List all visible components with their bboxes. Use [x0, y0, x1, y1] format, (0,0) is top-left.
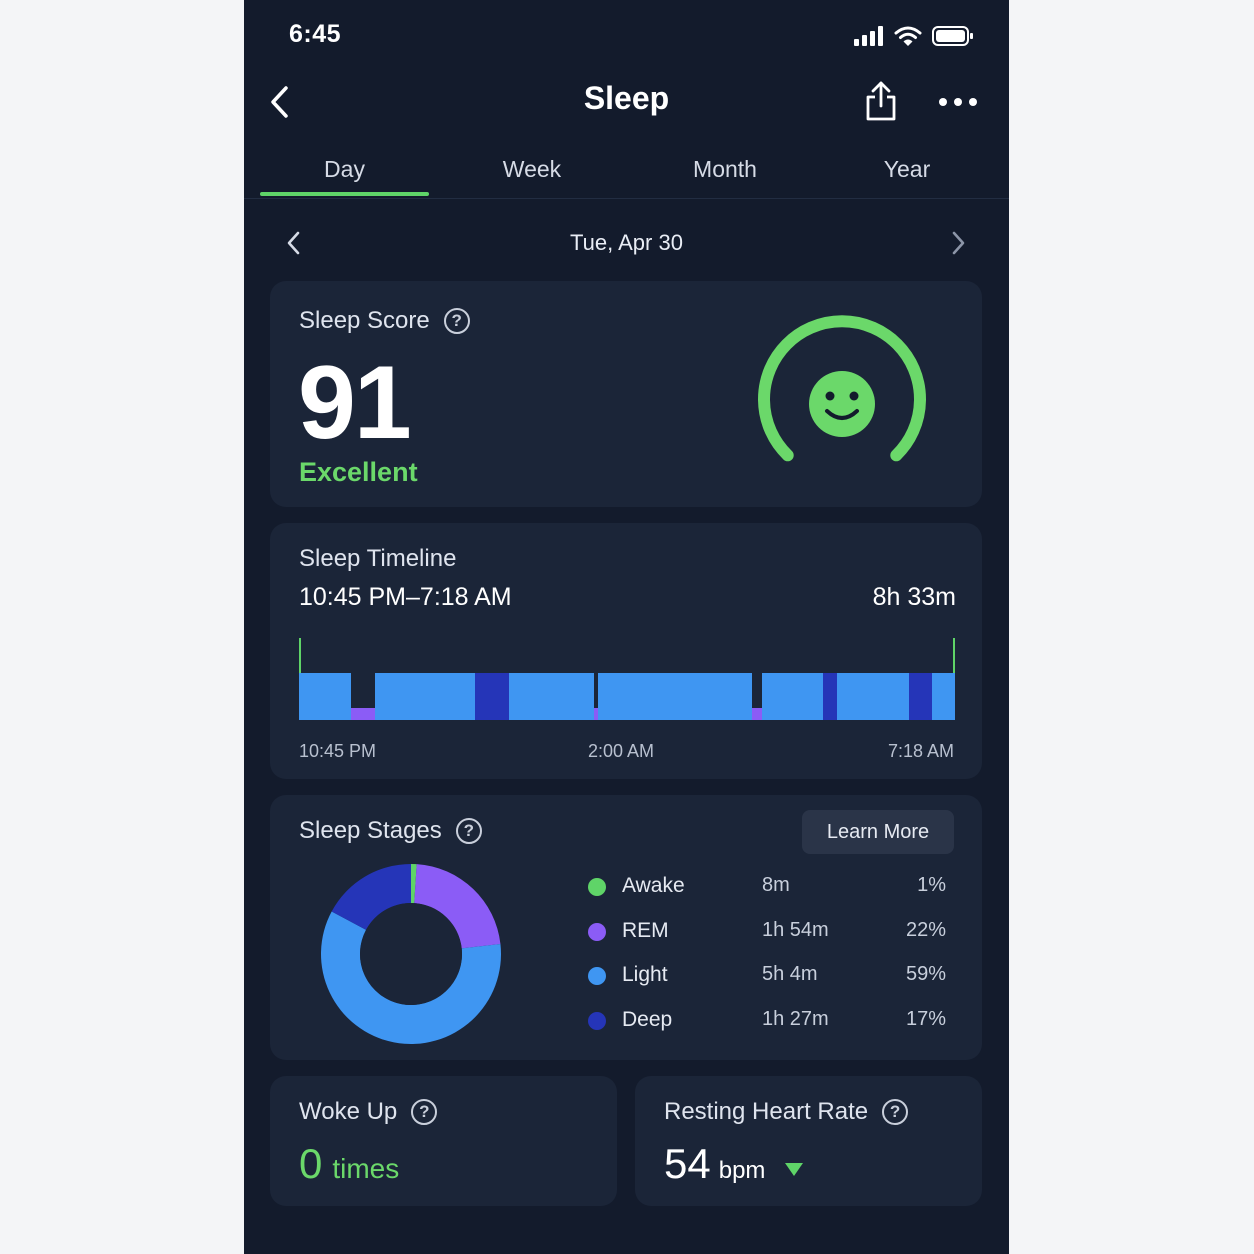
- sleep-score-card: Sleep Score ? 91 Excellent: [270, 281, 982, 507]
- sleep-score-rating: Excellent: [299, 457, 418, 487]
- woke-up-title-text: Woke Up: [299, 1098, 398, 1125]
- share-icon[interactable]: [864, 80, 898, 122]
- legend-duration: 8m: [762, 874, 790, 896]
- legend-name: REM: [622, 919, 669, 942]
- deep-dot: [588, 1012, 606, 1030]
- timeline-segment-rem: [351, 708, 375, 720]
- battery-icon: [932, 26, 973, 46]
- wifi-icon: [894, 26, 922, 46]
- legend-percent: 17%: [905, 1008, 946, 1030]
- sleep-score-value: 91: [298, 345, 412, 461]
- sleep-stages-title: Sleep Stages ?: [299, 817, 482, 845]
- timeline-segment-light: [598, 673, 752, 720]
- sleep-stages-donut: [321, 864, 501, 1044]
- legend-percent: 22%: [905, 919, 946, 941]
- rem-dot: [588, 923, 606, 941]
- timeline-segment-light: [509, 673, 594, 720]
- help-icon[interactable]: ?: [882, 1099, 909, 1125]
- woke-up-card: Woke Up ? 0 times: [270, 1076, 617, 1206]
- timeline-segment-deep: [823, 673, 837, 720]
- sleep-timeline-card: Sleep Timeline 10:45 PM–7:18 AM 8h 33m 1…: [270, 523, 982, 779]
- timeline-segment-deep: [909, 673, 932, 720]
- trend-down-icon: [785, 1163, 804, 1176]
- score-gauge: [758, 315, 926, 462]
- phone-screen: 6:45 Sleep Day Week Month Year Tue, Apr …: [244, 0, 1009, 1254]
- legend-duration: 1h 27m: [762, 1008, 829, 1030]
- resting-hr-number: 54: [664, 1140, 711, 1187]
- timeline-axis-end: 7:18 AM: [887, 741, 954, 761]
- smiley-face-icon: [809, 371, 875, 437]
- legend-duration: 5h 4m: [762, 963, 818, 985]
- legend-name: Deep: [622, 1008, 673, 1031]
- resting-hr-unit: bpm: [718, 1157, 766, 1184]
- next-day-icon[interactable]: [948, 230, 968, 256]
- resting-hr-title: Resting Heart Rate ?: [664, 1098, 909, 1126]
- timeline-segment-light: [762, 673, 823, 720]
- help-icon[interactable]: ?: [455, 818, 482, 844]
- legend-name: Light: [622, 963, 668, 986]
- woke-up-value: 0 times: [299, 1140, 399, 1188]
- light-dot: [588, 967, 606, 985]
- sleep-stages-card: Sleep Stages ? Learn More Awake 8m 1% RE…: [270, 795, 982, 1060]
- timeline-segment-rem: [594, 708, 598, 720]
- woke-up-unit: times: [332, 1153, 400, 1184]
- legend-deep: Deep 1h 27m 17%: [586, 1006, 946, 1036]
- woke-up-title: Woke Up ?: [299, 1098, 438, 1126]
- more-icon[interactable]: [938, 92, 978, 112]
- awake-dot: [588, 878, 606, 896]
- timeline-segment-rem: [752, 708, 762, 720]
- status-icons: [854, 22, 974, 50]
- timeline-axis-mid: 2:00 AM: [588, 741, 655, 761]
- legend-duration: 1h 54m: [762, 919, 829, 941]
- legend-percent: 1%: [917, 874, 946, 896]
- date-navigator: Tue, Apr 30: [244, 210, 1009, 274]
- resting-hr-value: 54 bpm: [664, 1140, 805, 1188]
- timeline-segment-light: [837, 673, 909, 720]
- timeline-segment-deep: [475, 673, 509, 720]
- sleep-score-title: Sleep Score ?: [299, 307, 470, 335]
- help-icon[interactable]: ?: [411, 1099, 438, 1125]
- active-tab-indicator: [260, 192, 429, 196]
- resting-heart-rate-card: Resting Heart Rate ? 54 bpm: [635, 1076, 982, 1206]
- tab-month[interactable]: Month: [650, 156, 800, 183]
- help-icon[interactable]: ?: [443, 308, 470, 334]
- legend-light: Light 5h 4m 59%: [586, 961, 946, 991]
- legend-percent: 59%: [905, 963, 946, 985]
- timeline-segment-light: [299, 673, 351, 720]
- legend-rem: REM 1h 54m 22%: [586, 917, 946, 947]
- resting-hr-title-text: Resting Heart Rate: [664, 1098, 869, 1125]
- tab-day[interactable]: Day: [260, 156, 429, 183]
- timeline-segment-light: [932, 673, 955, 720]
- status-time: 6:45: [289, 20, 342, 48]
- timeline-segment-light: [375, 673, 475, 720]
- legend-name: Awake: [622, 874, 685, 897]
- donut-hole: [360, 903, 462, 1005]
- signal-icon: [854, 26, 883, 46]
- sleep-score-title-text: Sleep Score: [299, 307, 430, 334]
- learn-more-button[interactable]: Learn More: [802, 810, 954, 854]
- tab-week[interactable]: Week: [458, 156, 606, 183]
- timeline-axis-start: 10:45 PM: [299, 741, 377, 761]
- legend-awake: Awake 8m 1%: [586, 872, 946, 902]
- woke-up-count: 0: [299, 1140, 323, 1187]
- current-date: Tue, Apr 30: [570, 230, 683, 255]
- tab-year[interactable]: Year: [844, 156, 970, 183]
- sleep-stages-title-text: Sleep Stages: [299, 817, 442, 844]
- period-tabs: Day Week Month Year: [244, 148, 1009, 199]
